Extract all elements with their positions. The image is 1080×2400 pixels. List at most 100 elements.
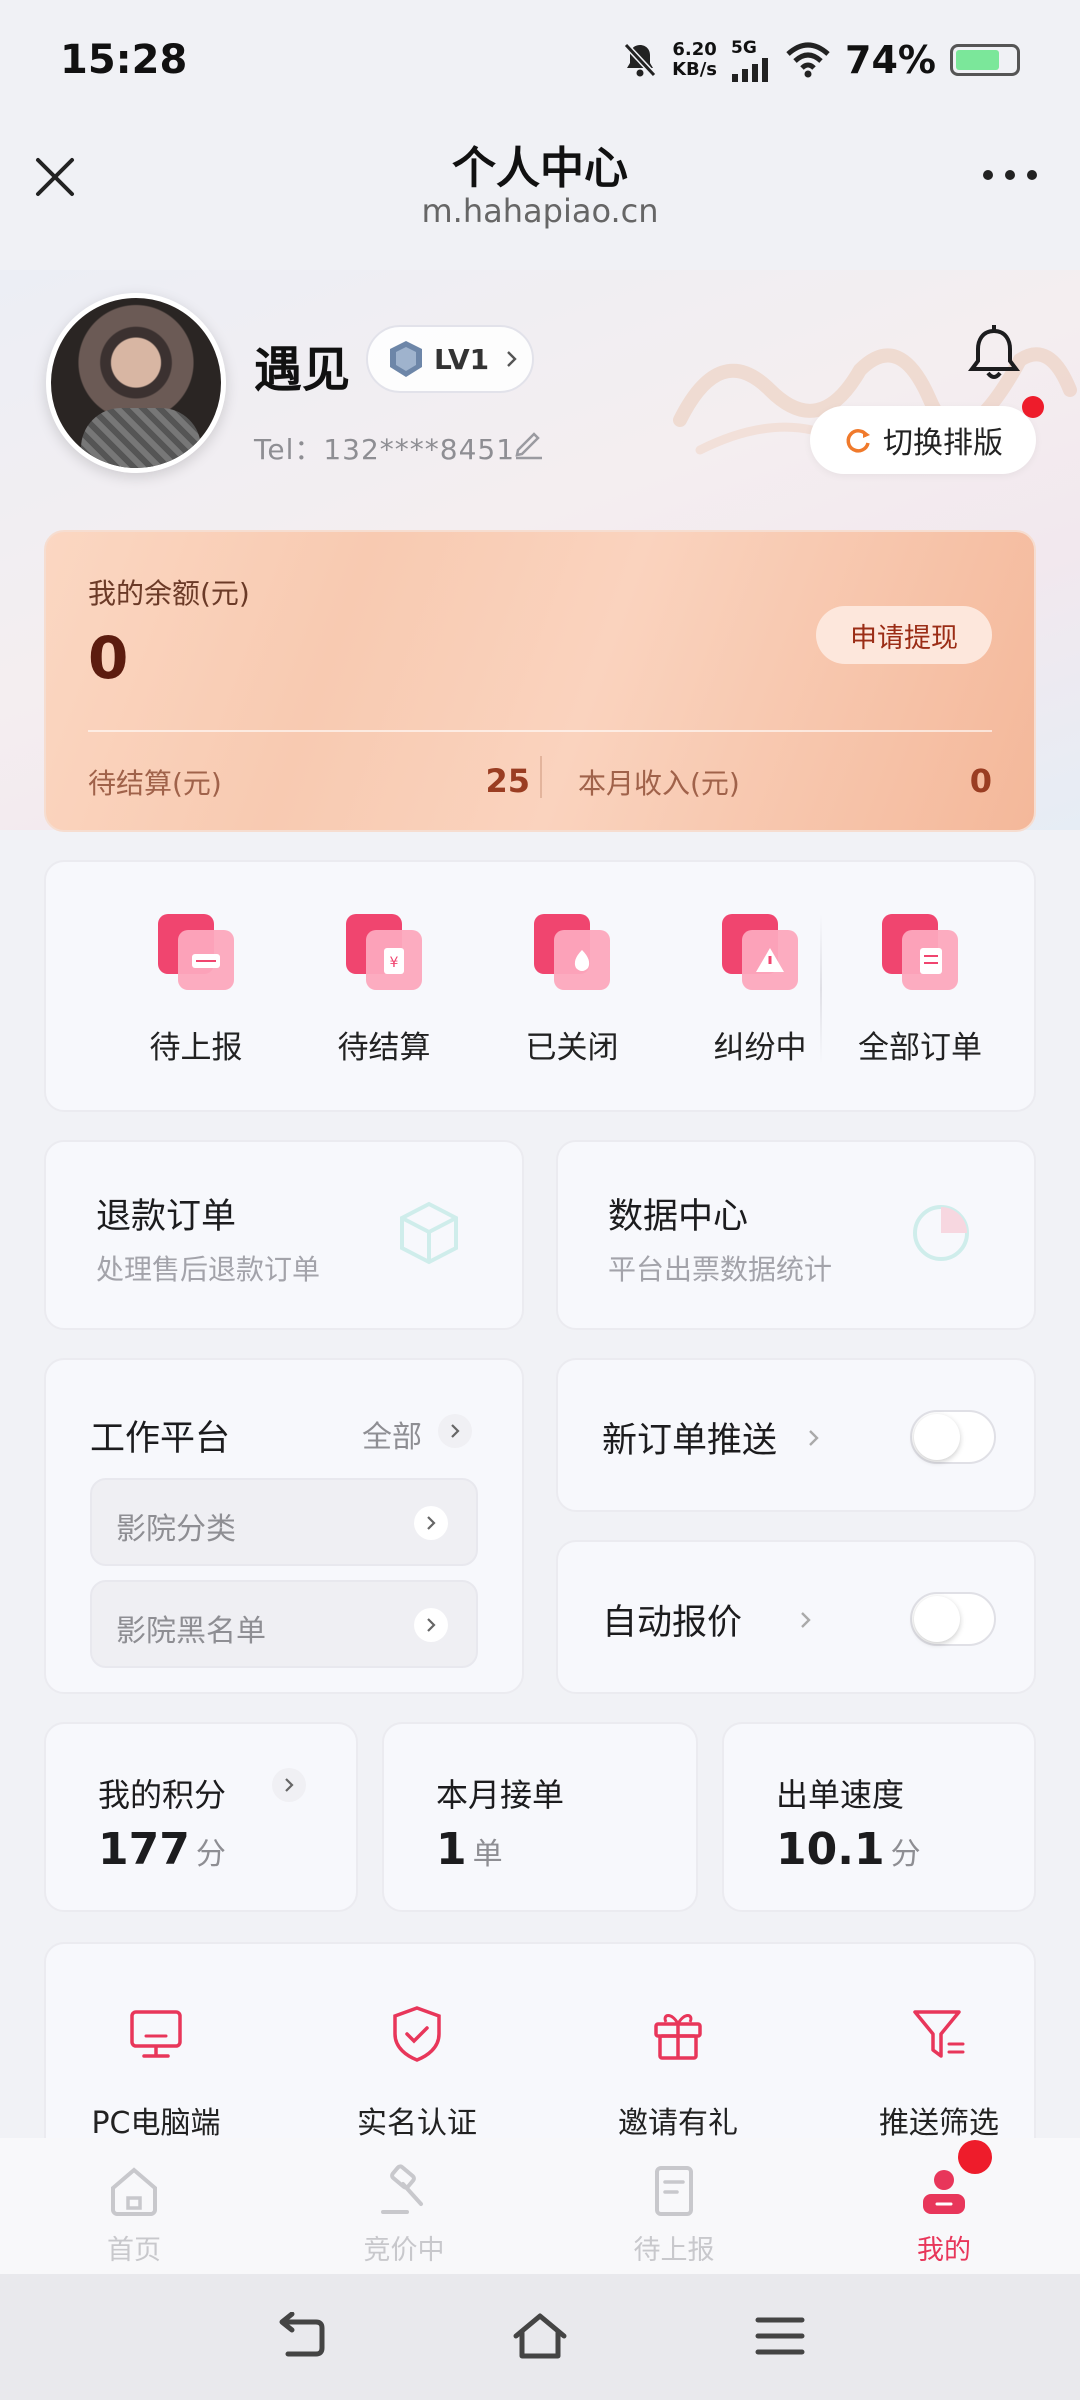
top-nav: 个人中心 m.hahapiao.cn xyxy=(0,120,1080,270)
more-icon[interactable] xyxy=(980,165,1040,185)
pie-chart-icon xyxy=(913,1205,969,1261)
notification-bell-icon[interactable] xyxy=(966,323,1022,383)
balance-vertical-divider xyxy=(540,756,542,798)
chevron-right-icon xyxy=(507,351,517,367)
page-title: 个人中心 xyxy=(452,143,628,194)
level-shield-icon xyxy=(390,341,422,377)
new-order-push-label: 新订单推送 xyxy=(602,1421,778,1461)
order-divider xyxy=(820,914,822,1064)
chevron-right-icon xyxy=(414,1608,448,1642)
cellular-signal: 5G xyxy=(731,38,771,82)
mute-bell-icon xyxy=(623,42,657,78)
cube-box-icon xyxy=(400,1201,458,1265)
closed-icon xyxy=(534,914,610,990)
document-icon xyxy=(655,2166,693,2216)
chevron-right-icon[interactable] xyxy=(798,1608,814,1632)
edit-pencil-icon[interactable] xyxy=(512,426,546,460)
menu-icon[interactable] xyxy=(752,2312,808,2362)
phone-number: Tel：132****8451 xyxy=(254,433,516,466)
refund-orders-card[interactable]: 退款订单 处理售后退款订单 xyxy=(44,1140,524,1330)
balance-card: 我的余额(元) 0 申请提现 待结算(元) 25 本月收入(元) 0 xyxy=(44,530,1036,832)
data-center-card[interactable]: 数据中心 平台出票数据统计 xyxy=(556,1140,1036,1330)
order-closed[interactable]: 已关闭 xyxy=(492,862,652,1112)
battery-fill xyxy=(956,50,999,70)
all-orders-icon xyxy=(882,914,958,990)
withdraw-button[interactable]: 申请提现 xyxy=(816,606,992,664)
dispute-icon xyxy=(722,914,798,990)
user-icon xyxy=(923,2170,965,2214)
order-label: 已关闭 xyxy=(525,1030,619,1066)
work-platform-title: 工作平台 xyxy=(90,1419,231,1459)
tab-label: 我的 xyxy=(917,2235,971,2266)
tool-pc-client[interactable]: PC电脑端 xyxy=(46,1944,266,2142)
auto-quote-toggle[interactable] xyxy=(910,1592,996,1646)
monthly-orders-value: 1单 xyxy=(436,1824,503,1875)
tab-label: 待上报 xyxy=(633,2235,715,2266)
order-status-card: 待上报 ¥ 待结算 已关闭 纠纷中 全部订单 xyxy=(44,860,1036,1112)
order-pending-settlement[interactable]: ¥ 待结算 xyxy=(304,862,464,1112)
avatar[interactable] xyxy=(46,293,226,473)
auction-hammer-icon xyxy=(381,2164,423,2214)
tool-push-filter[interactable]: 推送筛选 xyxy=(829,1944,1049,2142)
shield-check-icon xyxy=(393,2006,441,2062)
balance-divider xyxy=(88,730,992,732)
tool-label: 实名认证 xyxy=(357,2106,477,2141)
cinema-blacklist-item[interactable]: 影院黑名单 xyxy=(90,1580,478,1668)
order-label: 纠纷中 xyxy=(713,1030,807,1066)
status-bar: 15:28 6.20 KB/s 5G 74% xyxy=(0,0,1080,120)
cinema-blacklist-label: 影院黑名单 xyxy=(116,1614,266,1649)
tool-real-name-auth[interactable]: 实名认证 xyxy=(307,1944,527,2142)
battery-percent: 74% xyxy=(845,38,936,82)
tab-mine-badge xyxy=(958,2140,992,2174)
order-speed-label: 出单速度 xyxy=(776,1776,905,1814)
points-unit: 分 xyxy=(195,1837,226,1872)
level-badge[interactable]: LV1 xyxy=(366,325,534,393)
tab-label: 首页 xyxy=(107,2235,161,2266)
settlement-icon: ¥ xyxy=(346,914,422,990)
order-pending-report[interactable]: 待上报 xyxy=(116,862,276,1112)
order-speed-number: 10.1 xyxy=(776,1824,885,1875)
tab-bidding[interactable]: 竞价中 xyxy=(304,2138,504,2274)
cinema-category-item[interactable]: 影院分类 xyxy=(90,1478,478,1566)
month-income-label: 本月收入(元) xyxy=(578,767,740,800)
monitor-icon xyxy=(130,2010,182,2058)
month-income-value: 0 xyxy=(969,762,992,800)
back-icon[interactable] xyxy=(272,2312,328,2362)
refresh-icon xyxy=(846,429,870,453)
monthly-orders-number: 1 xyxy=(436,1824,467,1875)
order-all[interactable]: 全部订单 xyxy=(840,862,1000,1112)
points-chevron xyxy=(272,1768,306,1802)
data-center-subtitle: 平台出票数据统计 xyxy=(608,1253,833,1286)
level-text: LV1 xyxy=(434,342,490,376)
username: 遇见 xyxy=(254,342,351,398)
tool-invite-gift[interactable]: 邀请有礼 xyxy=(568,1944,788,2142)
battery-icon xyxy=(950,44,1020,76)
home-button-icon[interactable] xyxy=(512,2312,568,2362)
tool-label: PC电脑端 xyxy=(91,2106,221,2141)
points-label: 我的积分 xyxy=(98,1776,227,1814)
net-speed-value: 6.20 xyxy=(672,39,717,60)
tab-label: 竞价中 xyxy=(363,2235,445,2266)
switch-layout-button[interactable]: 切换排版 xyxy=(810,406,1036,474)
points-card[interactable]: 我的积分 177 分 xyxy=(44,1722,358,1912)
new-order-push-toggle[interactable] xyxy=(910,1410,996,1464)
tab-pending-report[interactable]: 待上报 xyxy=(574,2138,774,2274)
work-platform-all-link[interactable]: 全部 xyxy=(362,1412,422,1456)
cinema-category-label: 影院分类 xyxy=(116,1512,236,1547)
report-icon xyxy=(158,914,234,990)
order-speed-card: 出单速度 10.1 分 xyxy=(722,1722,1036,1912)
status-time: 15:28 xyxy=(60,37,188,83)
tab-mine[interactable]: 我的 xyxy=(844,2138,1044,2274)
wifi-icon xyxy=(786,42,830,78)
chevron-right-icon[interactable] xyxy=(806,1426,822,1450)
order-label: 待上报 xyxy=(149,1030,243,1066)
order-dispute[interactable]: 纠纷中 xyxy=(680,862,840,1112)
order-label: 全部订单 xyxy=(858,1030,982,1066)
tab-home[interactable]: 首页 xyxy=(34,2138,234,2274)
network-type: 5G xyxy=(731,38,757,58)
gift-icon xyxy=(654,2014,702,2060)
switch-layout-label: 切换排版 xyxy=(883,426,1003,461)
net-speed-unit: KB/s xyxy=(672,59,718,80)
bottom-tab-bar: 首页 竞价中 待上报 我的 xyxy=(0,2138,1080,2274)
work-platform-all-chevron[interactable] xyxy=(438,1414,472,1448)
